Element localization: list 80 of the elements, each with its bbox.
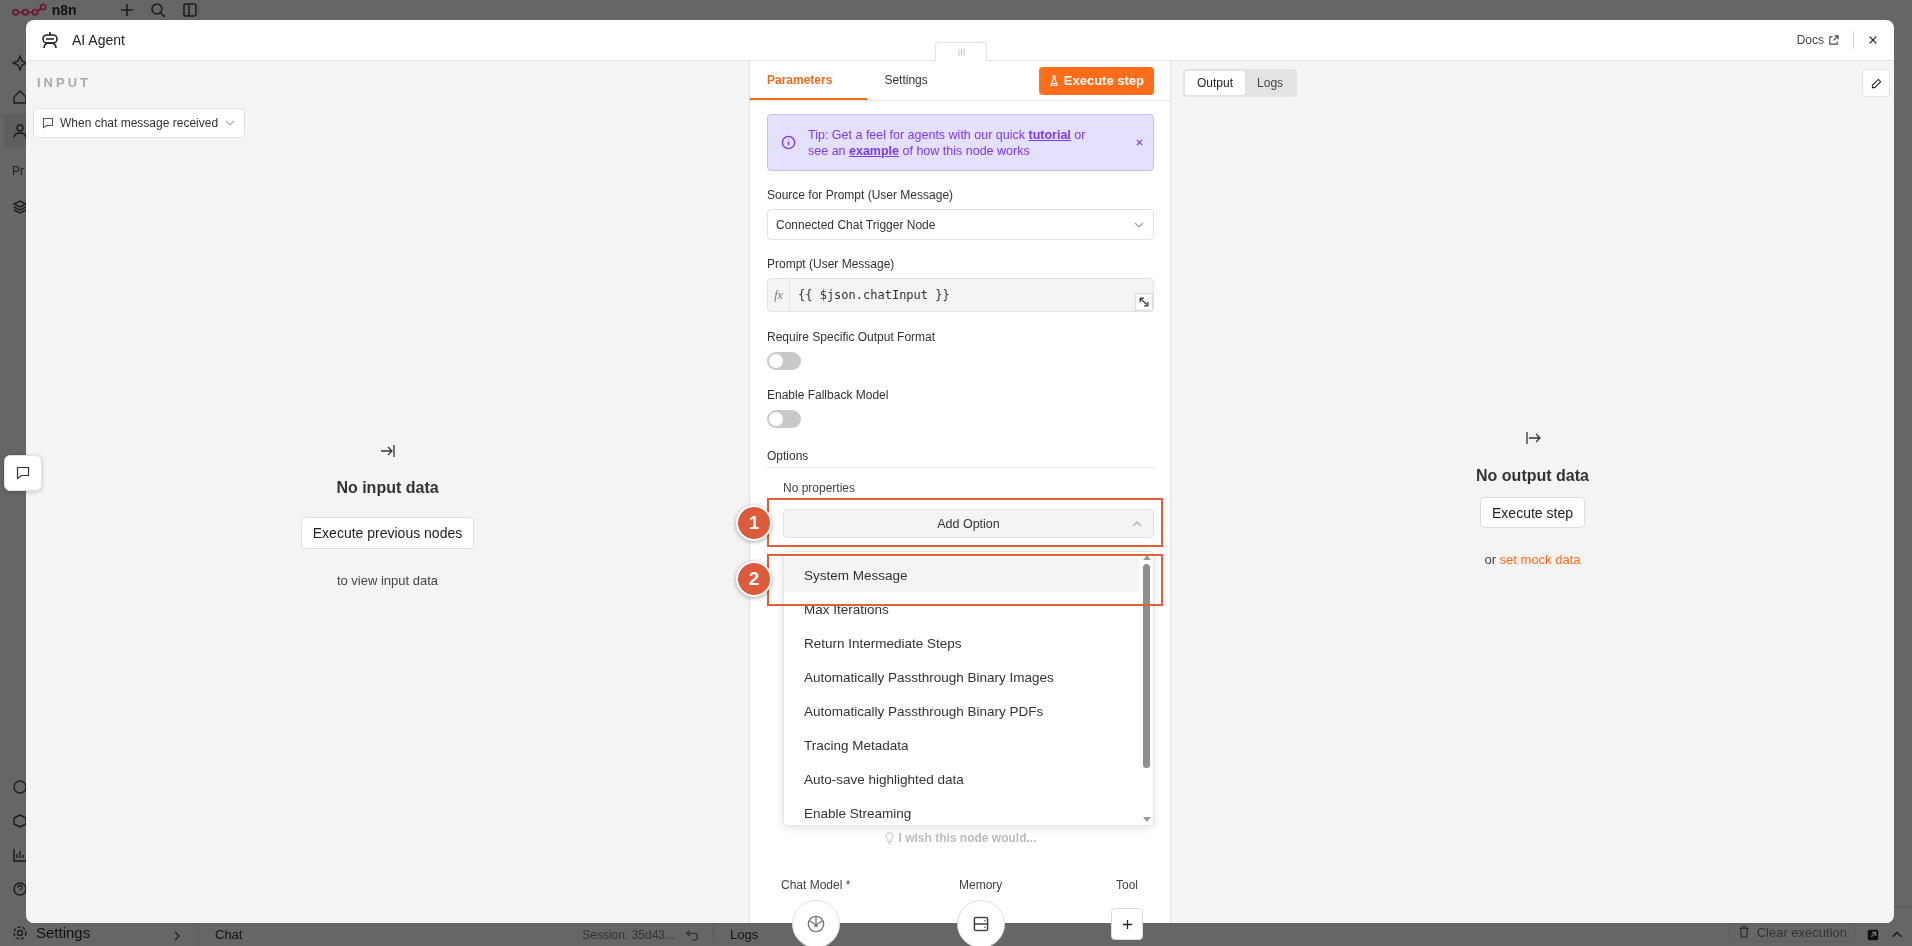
docs-link[interactable]: Docs (1796, 33, 1839, 47)
connector-label: Chat Model * (781, 878, 851, 892)
empty-title: No output data (1476, 467, 1589, 485)
field-label: Prompt (User Message) (767, 257, 895, 271)
prompt-source-select[interactable]: Connected Chat Trigger Node (767, 209, 1154, 240)
chat-button[interactable] (4, 455, 42, 491)
mock-data-hint: or set mock data (1484, 552, 1581, 567)
tip-link[interactable]: example (849, 143, 900, 158)
chat-bubble-icon (16, 466, 30, 480)
toggle-switch[interactable] (767, 410, 801, 428)
arrow-to-bar-icon (379, 443, 396, 459)
toggle-switch[interactable] (767, 352, 801, 370)
home-icon[interactable] (12, 89, 28, 105)
undo-icon[interactable] (685, 928, 699, 942)
flask-icon (1048, 74, 1059, 87)
chat-panel-title: Chat (215, 927, 243, 942)
logo-icon (12, 2, 48, 18)
box-icon[interactable] (12, 813, 28, 829)
chart-icon[interactable] (12, 847, 28, 863)
field-label: Enable Fallback Model (767, 388, 889, 402)
field-label: Source for Prompt (User Message) (767, 188, 954, 202)
scroll-up-icon[interactable] (1142, 554, 1151, 560)
fx-label: fx (768, 279, 790, 311)
pencil-icon (1870, 77, 1882, 89)
tip-text: Tip: Get a feel for agents with our quick tutorial or see an example of how this node works (808, 126, 1087, 159)
output-tab[interactable]: Logs (1245, 71, 1296, 95)
search-icon[interactable] (150, 2, 167, 18)
option-item[interactable]: Automatically Passthrough Binary PDFs (784, 694, 1139, 728)
settings-icon[interactable] (12, 925, 28, 941)
input-heading: INPUT (36, 76, 91, 90)
pop-out-icon[interactable] (1866, 928, 1880, 942)
option-item[interactable]: Return Intermediate Steps (784, 626, 1139, 660)
options-heading: Options (767, 449, 1154, 468)
connector-label: Memory (959, 878, 1003, 892)
field-label: Require Specific Output Format (767, 330, 936, 344)
option-item[interactable]: Max Iterations (784, 592, 1139, 626)
sidebar-section-label: Pr (12, 163, 25, 180)
robot-icon (40, 30, 60, 50)
plus-icon[interactable] (118, 2, 135, 18)
close-icon[interactable] (1868, 35, 1878, 45)
option-item[interactable]: Enable Streaming (784, 796, 1139, 825)
panel-tab[interactable]: Settings (867, 61, 944, 100)
drag-handle[interactable] (935, 42, 987, 61)
app-name: n8n (51, 2, 77, 18)
edit-button[interactable] (1862, 69, 1890, 97)
execute-step-button[interactable]: Execute step (1480, 497, 1585, 528)
option-item[interactable]: Tracing Metadata (784, 728, 1139, 762)
connector-label: Tool (1116, 878, 1138, 892)
person-icon (12, 123, 28, 139)
expand-icon[interactable] (1135, 293, 1153, 311)
tip-link[interactable]: tutorial (1028, 127, 1071, 142)
scroll-down-icon[interactable] (1142, 817, 1151, 823)
chevron-right-icon (172, 931, 182, 941)
help-icon[interactable] (12, 881, 28, 897)
lightbulb-icon (884, 832, 894, 844)
info-icon (781, 135, 796, 150)
option-item[interactable]: Auto-save highlighted data (784, 762, 1139, 796)
arrow-from-bar-icon (1524, 430, 1541, 446)
empty-options-text: No properties (782, 481, 857, 495)
panel-icon[interactable] (182, 2, 198, 18)
chat-bubble-icon (42, 117, 54, 129)
expression-field[interactable]: fx {{ $json.chatInput }} (767, 278, 1154, 312)
layers-icon[interactable] (12, 199, 28, 215)
plus-icon (1121, 918, 1133, 930)
chat-icon[interactable] (12, 779, 28, 795)
add-tool-button[interactable] (1111, 908, 1143, 940)
logs-panel-title: Logs (730, 927, 759, 942)
add-option-button[interactable]: Add Option (783, 509, 1154, 538)
trigger-select[interactable]: When chat message received (33, 108, 246, 138)
modal-title: AI Agent (72, 32, 125, 48)
option-item[interactable]: System Message (784, 558, 1139, 592)
sparkle-icon[interactable] (12, 55, 28, 71)
output-tab[interactable]: Output (1185, 71, 1246, 95)
external-link-icon (1828, 34, 1839, 46)
grip-icon (957, 47, 965, 57)
scrollbar[interactable] (1142, 554, 1151, 823)
option-item[interactable]: Automatically Passthrough Binary Images (784, 660, 1139, 694)
execute-previous-button[interactable]: Execute previous nodes (300, 517, 475, 549)
empty-hint: to view input data (336, 573, 439, 588)
empty-title: No input data (336, 479, 439, 497)
